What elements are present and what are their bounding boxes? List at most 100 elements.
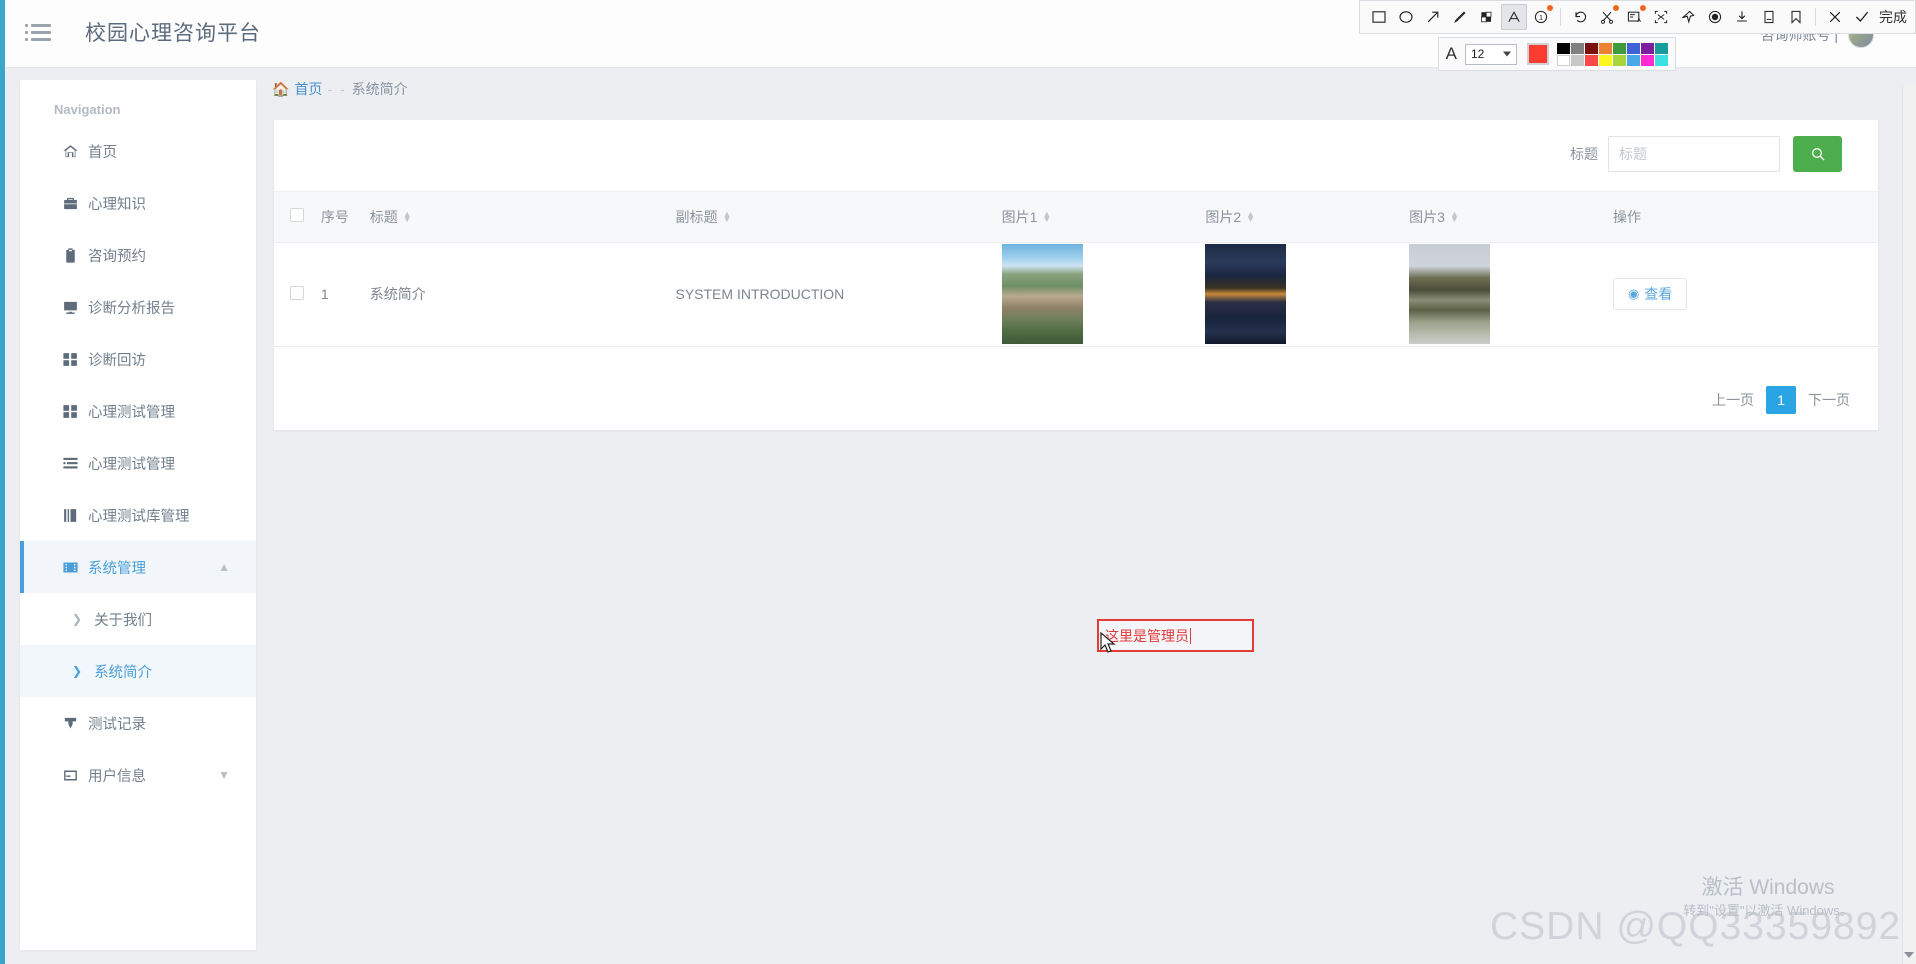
pin-icon[interactable] [1675,4,1701,30]
color-swatch-lightgray[interactable] [1571,54,1584,66]
breadcrumb-home-link[interactable]: 首页 [294,79,322,99]
table-header-row: 序号 标题 ▲ ▼ 副标题 ▲ ▼ 图片1 ▲ ▼ 图片2 ▲ ▼ 图片3 ▲ … [274,192,1878,243]
color-swatch-darkred[interactable] [1585,42,1598,54]
sidebar-item-system-mgmt[interactable]: 系统管理 ▲ [20,541,256,593]
search-input[interactable] [1608,136,1780,172]
card-icon [62,767,86,784]
sidebar-item-diagnosis-report[interactable]: 诊断分析报告 [20,281,256,333]
th-image2[interactable]: 图片2 ▲ ▼ [1205,192,1410,243]
chevron-up-icon: ▲ [218,560,230,574]
sidebar-item-label: 首页 [88,144,117,161]
sort-icon[interactable]: ▲ ▼ [1042,209,1051,223]
cell-checkbox [274,242,321,347]
sidebar-item-user-info[interactable]: 用户信息 ▼ [20,749,256,801]
th-label: 序号 [320,208,349,225]
color-swatch-purple[interactable] [1641,42,1654,54]
sidebar: Navigation 首页 心理知识 咨询预约 诊断分析报告 诊断回访 心理测试… [20,80,256,950]
color-swatch-orange[interactable] [1599,42,1612,54]
ellipse-icon[interactable] [1393,4,1419,30]
done-button[interactable]: 完成 [1879,7,1909,27]
record-icon[interactable] [1702,4,1728,30]
sidebar-item-consult-booking[interactable]: 咨询预约 [20,229,256,281]
breadcrumb-separator: - - [327,81,347,97]
arrow-icon[interactable] [1420,4,1446,30]
sidebar-item-label: 心理测试管理 [88,456,175,473]
font-size-select[interactable]: 12 [1465,43,1517,65]
sort-icon[interactable]: ▲ ▼ [722,209,731,223]
pavilion-thumbnail[interactable] [1409,244,1491,344]
number-marker-icon[interactable]: 1 [1528,4,1554,30]
copy-icon[interactable] [1756,4,1782,30]
hamburger-icon[interactable] [25,22,51,44]
sidebar-item-label: 系统管理 [88,560,146,577]
notification-badge [1547,5,1553,11]
sidebar-item-label: 心理测试管理 [88,404,175,421]
rectangle-icon[interactable] [1366,4,1392,30]
sidebar-item-label: 用户信息 [88,768,146,785]
text-icon[interactable] [1501,4,1527,30]
color-swatch-blue[interactable] [1627,42,1640,54]
color-swatch-magenta[interactable] [1641,54,1654,66]
color-swatch-white[interactable] [1557,54,1570,66]
sidebar-item-psych-test-mgmt-1[interactable]: 心理测试管理 [20,385,256,437]
download-icon[interactable] [1729,4,1755,30]
current-color-swatch[interactable] [1527,43,1549,65]
sidebar-item-home[interactable]: 首页 [20,125,256,177]
search-button[interactable] [1793,136,1842,172]
close-icon[interactable] [1822,4,1848,30]
sidebar-subitem-about-us[interactable]: ❯ 关于我们 [20,593,256,645]
scroll-down-arrow-icon[interactable] [1904,952,1914,958]
chevron-right-icon: ❯ [72,664,83,678]
color-swatch-yellowgreen[interactable] [1613,54,1626,66]
sidebar-item-psych-knowledge[interactable]: 心理知识 [20,177,256,229]
color-swatch-teal[interactable] [1655,42,1668,54]
chevron-right-icon: ❯ [72,612,83,626]
table-header: 序号 标题 ▲ ▼ 副标题 ▲ ▼ 图片1 ▲ ▼ 图片2 ▲ ▼ 图片3 ▲ … [274,192,1878,243]
th-image3[interactable]: 图片3 ▲ ▼ [1409,192,1613,243]
color-swatch-red[interactable] [1585,54,1598,66]
view-button-label: 查看 [1644,286,1673,302]
sidebar-subitem-system-intro[interactable]: ❯ 系统简介 [20,645,256,697]
color-swatch-gray[interactable] [1571,42,1584,54]
sidebar-item-diagnosis-followup[interactable]: 诊断回访 [20,333,256,385]
annotation-textbox[interactable]: 这里是管理员 [1097,619,1254,652]
sort-icon[interactable]: ▲ ▼ [403,209,412,223]
select-all-checkbox[interactable] [290,208,304,223]
page-scrollbar-track[interactable] [1902,86,1916,964]
color-swatch-green[interactable] [1613,42,1626,54]
th-subtitle[interactable]: 副标题 ▲ ▼ [675,192,1002,243]
sidebar-item-psych-test-mgmt-2[interactable]: 心理测试管理 [20,437,256,489]
sort-icon[interactable]: ▲ ▼ [1246,209,1255,223]
page-number-1[interactable]: 1 [1766,386,1796,414]
row-checkbox[interactable] [290,285,304,300]
sidebar-item-label: 诊断回访 [88,352,146,369]
mosaic-icon[interactable] [1474,4,1500,30]
next-page-button[interactable]: 下一页 [1808,390,1850,410]
th-title[interactable]: 标题 ▲ ▼ [369,192,676,243]
sidebar-item-test-records[interactable]: 测试记录 [20,697,256,749]
undo-icon[interactable] [1567,4,1593,30]
prev-page-button[interactable]: 上一页 [1712,390,1754,410]
color-swatch-yellow[interactable] [1599,54,1612,66]
page-title: 校园心理咨询平台 [85,22,261,45]
th-label: 操作 [1612,208,1641,225]
check-icon[interactable] [1849,4,1875,30]
th-image1[interactable]: 图片1 ▲ ▼ [1001,192,1206,243]
color-swatch-lightblue[interactable] [1627,54,1640,66]
breadcrumb-current: 系统简介 [351,81,408,97]
notification-badge [1613,5,1619,11]
scissors-icon[interactable] [1594,4,1620,30]
sidebar-item-test-library-mgmt[interactable]: 心理测试库管理 [20,489,256,541]
view-button[interactable]: ◉ 查看 [1612,278,1688,310]
pen-icon[interactable] [1447,4,1473,30]
color-swatch-black[interactable] [1557,42,1570,54]
town-landscape-thumbnail[interactable] [1001,244,1083,344]
night-lake-thumbnail[interactable] [1205,244,1287,344]
select-region-icon[interactable] [1648,4,1674,30]
ocr-icon[interactable]: A [1621,4,1647,30]
sort-icon[interactable]: ▲ ▼ [1450,209,1459,223]
color-swatch-cyan[interactable] [1655,54,1668,66]
list-icon [62,455,86,472]
save-icon[interactable] [1783,4,1809,30]
table-row: 1 系统简介 SYSTEM INTRODUCTION ◉ 查看 [274,242,1878,347]
